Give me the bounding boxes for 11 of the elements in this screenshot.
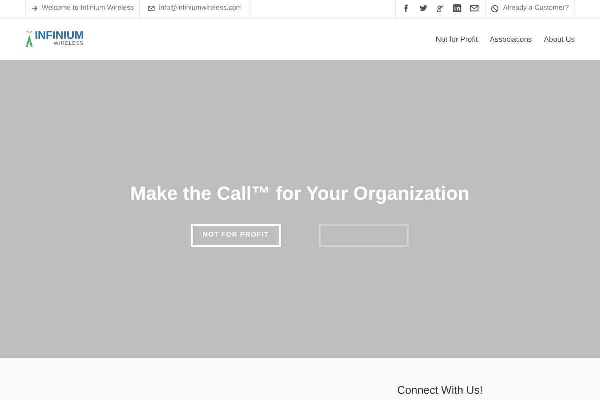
google-plus-icon[interactable] <box>436 4 446 14</box>
arrow-right-icon <box>31 5 38 12</box>
footer-heading: Connect With Us! <box>397 384 483 400</box>
tower-icon <box>25 31 34 48</box>
blocked-icon <box>491 4 500 13</box>
logo-text: INFINIUM <box>35 31 84 42</box>
twitter-icon[interactable] <box>419 4 428 14</box>
mail-icon <box>148 5 156 12</box>
hero-title: Make the Call™ for Your Organization <box>130 182 470 207</box>
mail-icon[interactable] <box>470 4 480 14</box>
linkedin-icon[interactable] <box>453 4 462 14</box>
